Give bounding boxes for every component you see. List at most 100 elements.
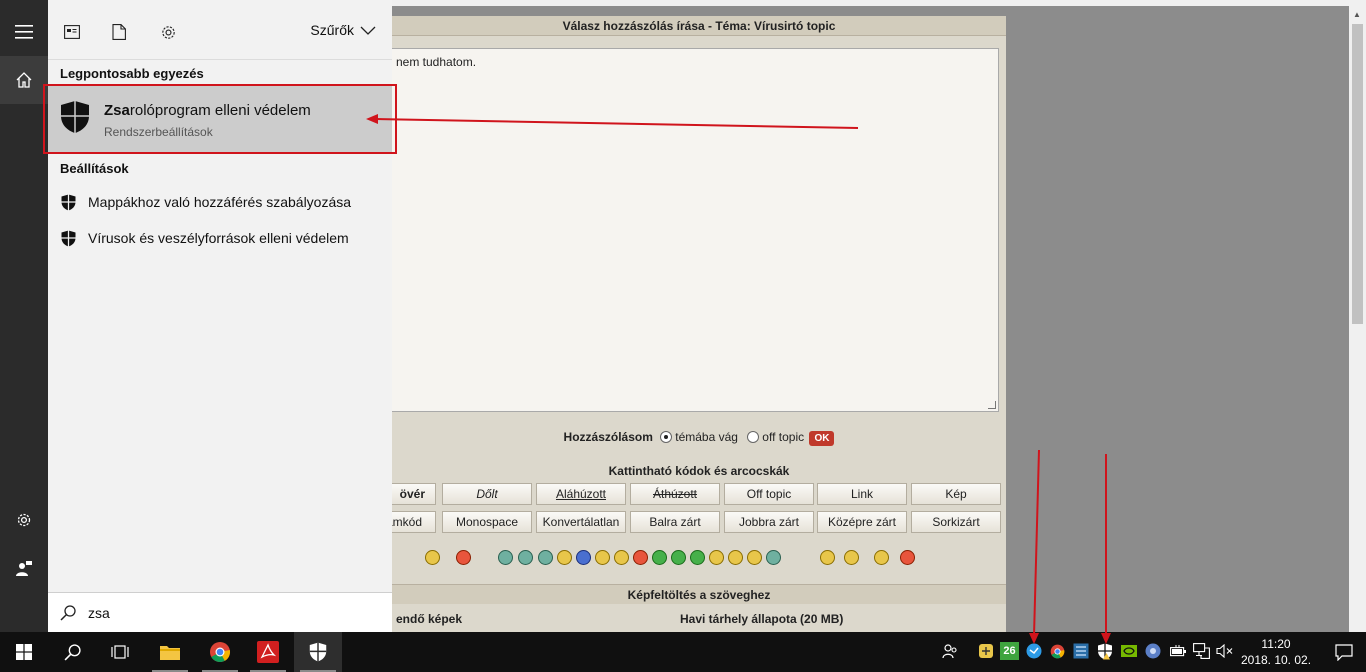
smiley-icon[interactable] <box>518 550 533 565</box>
app-tray-icon <box>979 644 993 658</box>
settings-result-virus-protection[interactable]: Vírusok és veszélyforrások elleni védele… <box>48 220 392 256</box>
code-button-align-right[interactable]: Jobbra zárt <box>724 511 814 533</box>
chrome-icon <box>1050 644 1064 658</box>
code-button-italic[interactable]: Dőlt <box>442 483 532 505</box>
smiley-icon[interactable] <box>652 550 667 565</box>
smiley-icon[interactable] <box>633 550 648 565</box>
windows-logo-icon <box>16 644 32 660</box>
smiley-icon[interactable] <box>614 550 629 565</box>
start-button[interactable] <box>0 632 48 672</box>
taskbar-search-button[interactable] <box>48 632 96 672</box>
code-button-align-center[interactable]: Középre zárt <box>817 511 907 533</box>
smiley-icon[interactable] <box>844 550 859 565</box>
scrollbar-thumb[interactable] <box>1352 24 1363 324</box>
smiley-icon[interactable] <box>820 550 835 565</box>
scope-documents-button[interactable] <box>109 22 129 42</box>
acrobat-button[interactable] <box>244 632 292 672</box>
start-rail <box>0 0 48 632</box>
code-button-unconverted[interactable]: Konvertálatlan <box>536 511 626 533</box>
code-button-justify[interactable]: Sorkizárt <box>911 511 1001 533</box>
defender-security-button[interactable] <box>294 632 342 672</box>
home-button[interactable] <box>0 56 48 104</box>
action-center-button[interactable] <box>1322 632 1366 672</box>
search-pane: Szűrők Legpontosabb egyezés Zsarolóprogr… <box>48 0 392 632</box>
tray-network-button[interactable] <box>1192 642 1210 660</box>
tray-volume-button[interactable] <box>1215 642 1233 660</box>
hamburger-menu-button[interactable] <box>0 8 48 56</box>
code-button-strikethrough[interactable]: Áthúzott <box>630 483 720 505</box>
ethernet-icon <box>1192 643 1210 659</box>
search-box[interactable] <box>48 592 392 632</box>
smiley-icon[interactable] <box>690 550 705 565</box>
network-grid-icon <box>1073 643 1089 659</box>
people-button[interactable] <box>941 642 959 660</box>
taskbar-clock[interactable]: 11:20 2018. 10. 02. <box>1238 636 1314 668</box>
smiley-icon[interactable] <box>557 550 572 565</box>
volume-muted-icon <box>1215 644 1232 658</box>
home-icon <box>16 72 32 88</box>
task-view-button[interactable] <box>96 632 144 672</box>
clock-time: 11:20 <box>1261 637 1291 651</box>
reply-textarea[interactable]: nem tudhatom. <box>392 48 999 412</box>
smiley-icon[interactable] <box>498 550 513 565</box>
best-match-title: Legpontosabb egyezés <box>60 66 204 81</box>
browser-top-band <box>392 0 1366 6</box>
tray-battery-button[interactable] <box>1169 642 1187 660</box>
radio-topic[interactable] <box>660 431 673 443</box>
clock-date: 2018. 10. 02. <box>1240 653 1312 667</box>
file-explorer-button[interactable] <box>146 632 194 672</box>
tray-calendar-badge[interactable]: 26 <box>1000 642 1019 660</box>
chrome-button[interactable] <box>196 632 244 672</box>
scope-settings-button[interactable] <box>158 22 178 42</box>
scroll-up-icon[interactable]: ▲ <box>1353 10 1361 19</box>
reply-panel: Válasz hozzászólás írása - Téma: Vírusir… <box>382 16 1006 632</box>
shield-icon <box>61 194 75 210</box>
best-match-result[interactable]: Zsarolóprogram elleni védelem Rendszerbe… <box>48 86 392 152</box>
code-button-link[interactable]: Link <box>817 483 907 505</box>
code-button-offtopic[interactable]: Off topic <box>724 483 814 505</box>
code-button-align-left[interactable]: Balra zárt <box>630 511 720 533</box>
smiley-icon[interactable] <box>671 550 686 565</box>
smiley-icon[interactable] <box>900 550 915 565</box>
smiley-icon[interactable] <box>709 550 724 565</box>
tray-app-icon[interactable] <box>977 642 995 660</box>
smiley-icon[interactable] <box>747 550 762 565</box>
search-scope-bar: Szűrők <box>48 0 392 60</box>
filters-dropdown[interactable]: Szűrők <box>310 22 376 38</box>
smiley-icon[interactable] <box>766 550 781 565</box>
feedback-button[interactable] <box>0 544 48 592</box>
best-match-query-part: Zsa <box>104 102 130 119</box>
resize-grip-icon[interactable] <box>988 401 996 409</box>
code-button-image[interactable]: Kép <box>911 483 1001 505</box>
ok-button[interactable]: OK <box>809 431 835 446</box>
smiley-icon[interactable] <box>576 550 591 565</box>
scope-apps-button[interactable] <box>62 22 82 42</box>
search-input[interactable] <box>88 604 338 621</box>
shield-icon <box>309 642 327 662</box>
tray-bluetooth-button[interactable] <box>1025 642 1043 660</box>
settings-result-folder-access[interactable]: Mappákhoz való hozzáférés szabályozása <box>48 184 392 220</box>
settings-button[interactable] <box>0 496 48 544</box>
filters-label: Szűrők <box>310 22 354 38</box>
page-scrollbar[interactable]: ▲ <box>1349 6 1366 632</box>
code-button-monospace[interactable]: Monospace <box>442 511 532 533</box>
smiley-icon[interactable] <box>874 550 889 565</box>
smiley-icon[interactable] <box>538 550 553 565</box>
chrome-icon <box>210 642 231 663</box>
shield-warning-icon <box>1098 643 1112 659</box>
smiley-icon[interactable] <box>595 550 610 565</box>
radio-offtopic-label: off topic <box>762 430 805 444</box>
code-button-underline[interactable]: Aláhúzott <box>536 483 626 505</box>
smiley-icon[interactable] <box>728 550 743 565</box>
storage-status-label: Havi tárhely állapota (20 MB) <box>680 612 844 626</box>
radio-offtopic[interactable] <box>747 431 760 443</box>
tray-defender-warning-button[interactable] <box>1096 642 1114 660</box>
tray-gb-app-button[interactable] <box>1144 642 1162 660</box>
settings-result-label: Mappákhoz való hozzáférés szabályozása <box>88 194 352 210</box>
tray-network-app-button[interactable] <box>1072 642 1090 660</box>
tray-nvidia-button[interactable] <box>1120 642 1138 660</box>
smiley-angry-icon[interactable] <box>456 550 471 565</box>
tray-chrome-button[interactable] <box>1048 642 1066 660</box>
smiley-icon[interactable] <box>425 550 440 565</box>
best-match-name: Zsarolóprogram elleni védelem <box>104 102 311 119</box>
